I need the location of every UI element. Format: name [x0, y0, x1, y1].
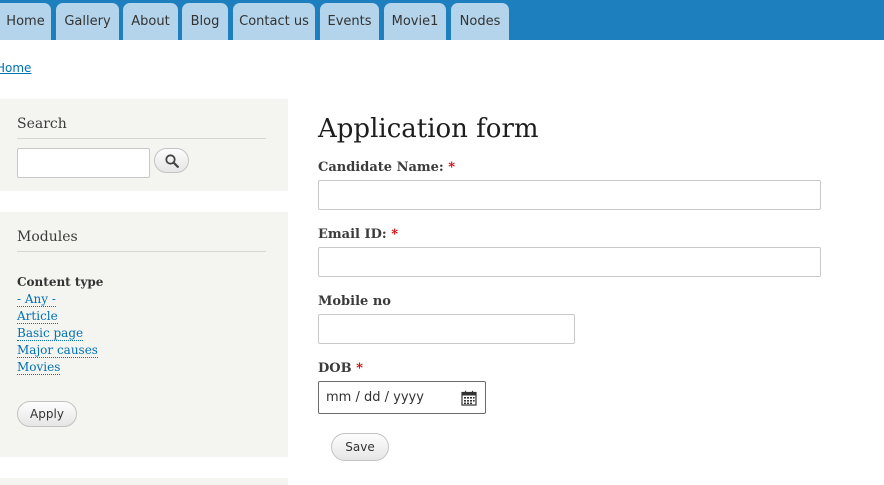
- tab-about[interactable]: About: [123, 3, 178, 40]
- modules-block-divider: [17, 251, 266, 252]
- apply-button[interactable]: Apply: [17, 401, 77, 427]
- email-field[interactable]: [318, 247, 821, 277]
- save-button[interactable]: Save: [331, 433, 389, 461]
- tab-movie1[interactable]: Movie1: [384, 3, 446, 40]
- calendar-icon[interactable]: [461, 390, 477, 406]
- search-input[interactable]: [17, 148, 150, 178]
- mobile-field[interactable]: [318, 314, 575, 344]
- facet-link-basic-page[interactable]: Basic page: [17, 326, 84, 341]
- page-title: Application form: [318, 114, 539, 144]
- email-label: Email ID: *: [318, 227, 398, 242]
- facet-link-major-causes[interactable]: Major causes: [17, 343, 98, 358]
- candidate-name-label: Candidate Name: *: [318, 160, 456, 175]
- tab-events[interactable]: Events: [320, 3, 379, 40]
- tab-nodes[interactable]: Nodes: [451, 3, 509, 40]
- facet-link-any[interactable]: - Any -: [17, 292, 56, 307]
- dob-date-field[interactable]: mm / dd / yyyy: [318, 381, 486, 414]
- required-marker: *: [448, 160, 456, 175]
- tab-contact-us[interactable]: Contact us: [233, 3, 315, 40]
- search-block-divider: [17, 138, 266, 139]
- candidate-name-field[interactable]: [318, 180, 821, 210]
- facet-link-article[interactable]: Article: [17, 309, 58, 324]
- search-block-title: Search: [17, 116, 67, 132]
- main-nav: Home Gallery About Blog Contact us Event…: [0, 0, 884, 40]
- tab-home[interactable]: Home: [0, 3, 51, 40]
- facet-link-movies[interactable]: Movies: [17, 360, 61, 375]
- required-marker: *: [391, 227, 398, 242]
- tab-gallery[interactable]: Gallery: [56, 3, 119, 40]
- tab-blog[interactable]: Blog: [182, 3, 228, 40]
- sidebar-block-partial: [0, 478, 288, 485]
- modules-block-title: Modules: [17, 229, 78, 245]
- mobile-label: Mobile no: [318, 294, 391, 309]
- search-button[interactable]: [154, 148, 189, 173]
- breadcrumb-home-link[interactable]: Home: [0, 61, 31, 75]
- content-type-label: Content type: [17, 275, 104, 289]
- search-icon: [164, 153, 179, 168]
- required-marker: *: [356, 361, 363, 376]
- dob-label: DOB *: [318, 361, 363, 376]
- dob-placeholder: mm / dd / yyyy: [326, 390, 424, 405]
